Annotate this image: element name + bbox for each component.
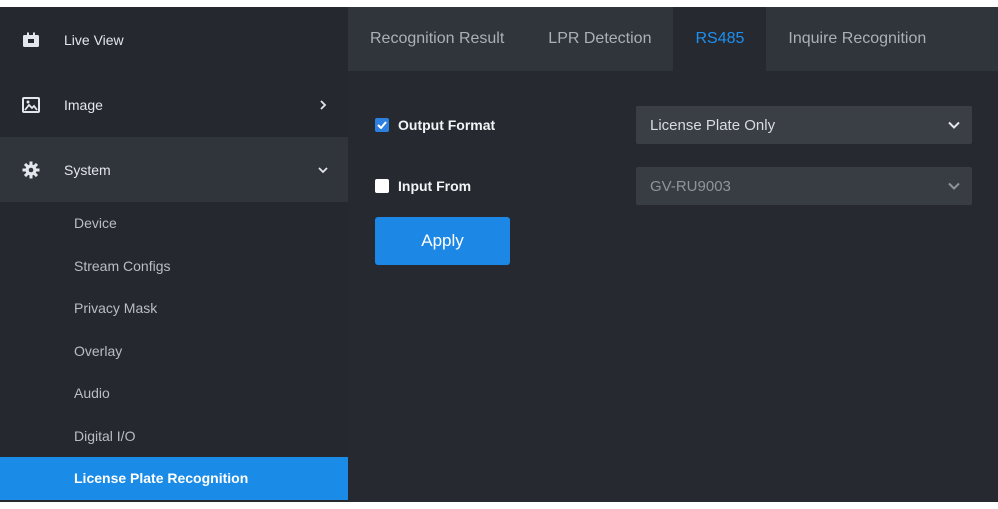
input-from-row: Input From	[375, 178, 471, 194]
sidebar-subitem-digital-io[interactable]: Digital I/O	[0, 415, 348, 458]
sidebar-item-label: Image	[64, 96, 103, 113]
output-format-label: Output Format	[398, 117, 496, 133]
output-format-row: Output Format	[375, 117, 495, 133]
chevron-down-icon	[318, 165, 328, 175]
sidebar-subitem-privacy-mask[interactable]: Privacy Mask	[0, 287, 348, 330]
sidebar-item-system[interactable]: System	[0, 137, 348, 202]
sidebar-item-live-view[interactable]: Live View	[0, 7, 348, 72]
chevron-down-icon	[948, 119, 960, 131]
tab-recognition-result[interactable]: Recognition Result	[348, 7, 526, 71]
app-frame: Live View Image System Device Stream Con…	[0, 7, 998, 502]
sidebar-item-label: System	[64, 161, 111, 178]
sidebar-subitem-device[interactable]: Device	[0, 202, 348, 245]
tab-bar: Recognition Result LPR Detection RS485 I…	[348, 7, 998, 71]
output-format-checkbox[interactable]	[375, 118, 389, 132]
sidebar-item-label: Live View	[64, 31, 124, 48]
output-format-value: License Plate Only	[650, 116, 776, 134]
sidebar-subitem-license-plate-recognition[interactable]: License Plate Recognition	[0, 457, 348, 500]
tab-inquire-recognition[interactable]: Inquire Recognition	[766, 7, 948, 71]
input-from-checkbox[interactable]	[375, 179, 389, 193]
input-from-value: GV-RU9003	[650, 177, 731, 195]
sidebar-item-image[interactable]: Image	[0, 72, 348, 137]
main-panel: Recognition Result LPR Detection RS485 I…	[348, 7, 998, 502]
sidebar: Live View Image System Device Stream Con…	[0, 7, 348, 502]
sidebar-subitem-stream-configs[interactable]: Stream Configs	[0, 245, 348, 288]
apply-button[interactable]: Apply	[375, 217, 510, 265]
sidebar-subitem-overlay[interactable]: Overlay	[0, 330, 348, 373]
tab-rs485[interactable]: RS485	[673, 7, 767, 71]
image-icon	[22, 96, 40, 114]
tab-lpr-detection[interactable]: LPR Detection	[526, 7, 673, 71]
video-camera-icon	[22, 31, 40, 49]
sidebar-subitem-audio[interactable]: Audio	[0, 372, 348, 415]
input-from-label: Input From	[398, 178, 472, 194]
gear-icon	[22, 161, 40, 179]
system-submenu: Device Stream Configs Privacy Mask Overl…	[0, 202, 348, 500]
input-from-select[interactable]: GV-RU9003	[636, 167, 972, 205]
output-format-select[interactable]: License Plate Only	[636, 106, 972, 144]
chevron-right-icon	[318, 99, 328, 110]
chevron-down-icon	[948, 180, 960, 192]
